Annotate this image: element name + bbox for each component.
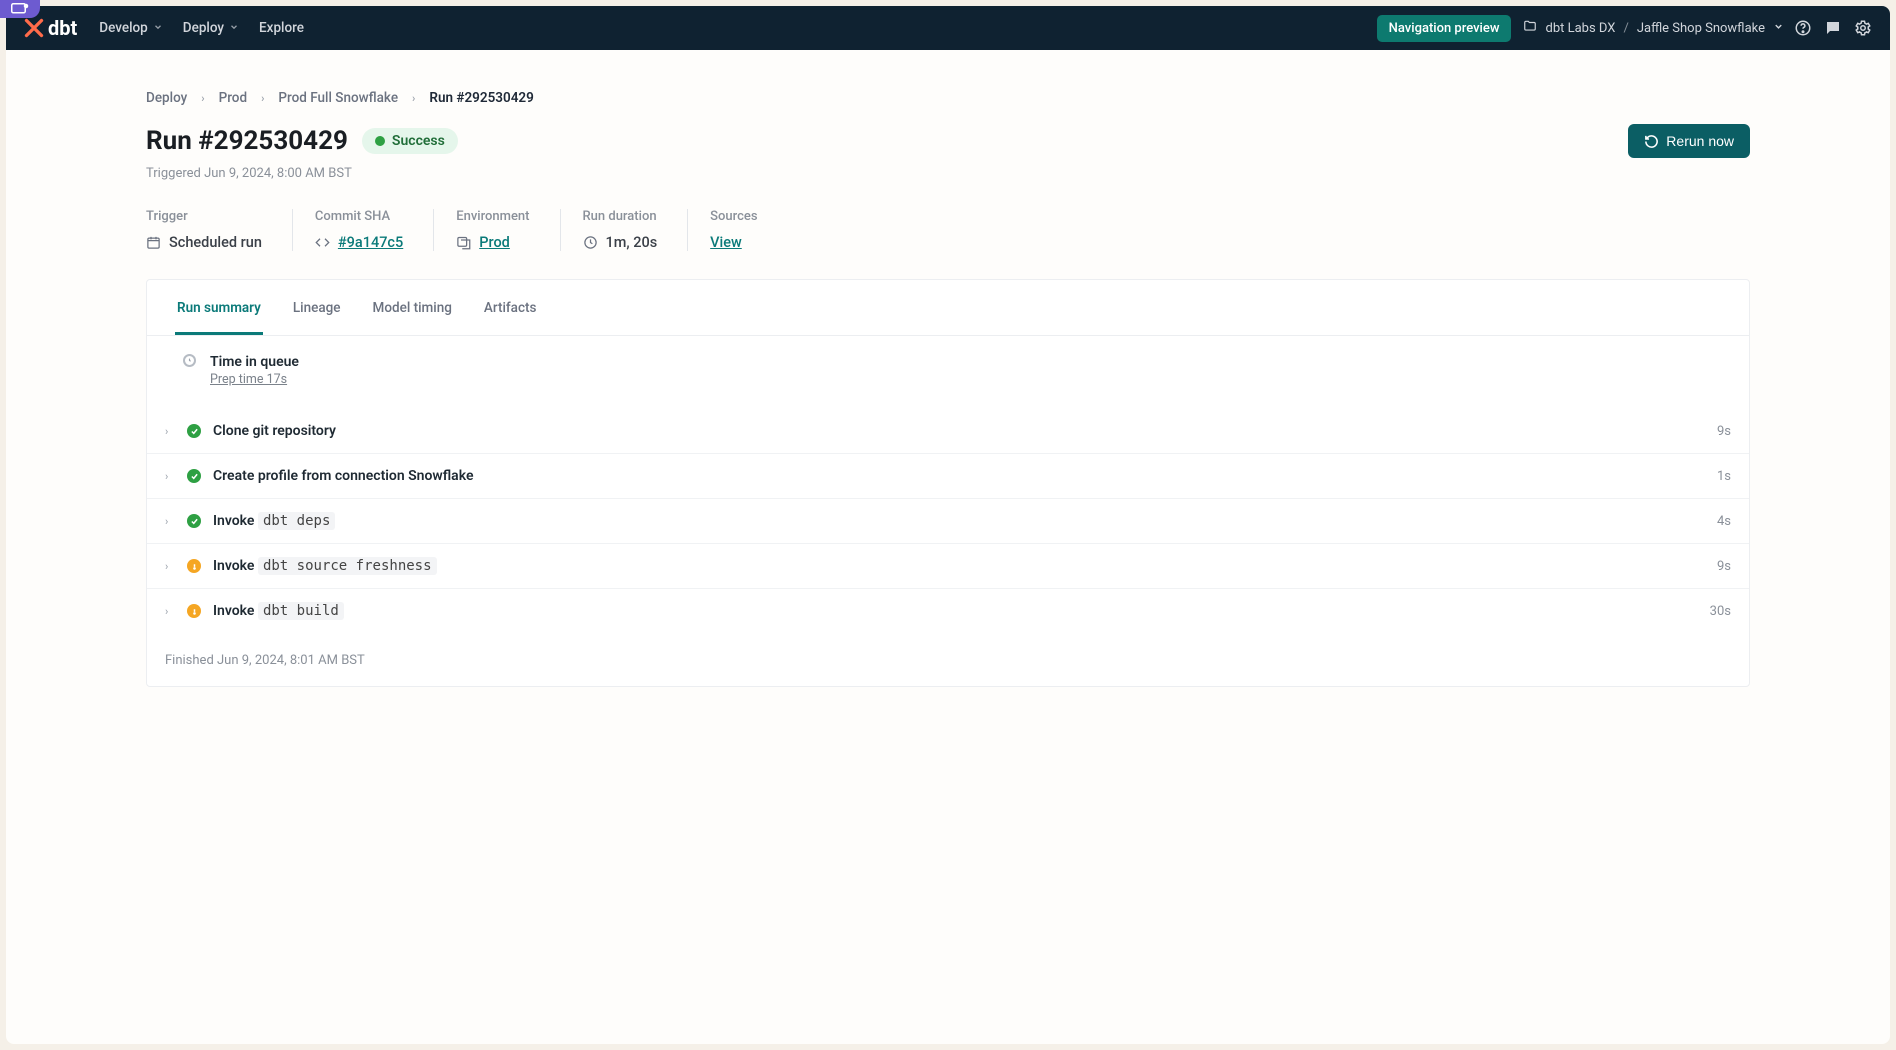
header-utility-icons	[1794, 19, 1872, 37]
nav-item-deploy[interactable]: Deploy	[183, 20, 239, 36]
nav-item-develop[interactable]: Develop	[99, 20, 163, 36]
chevron-right-icon[interactable]: ›	[165, 470, 175, 483]
chevron-down-icon	[153, 20, 163, 36]
environment-link[interactable]: Prod	[479, 234, 510, 251]
chevron-right-icon: ›	[261, 92, 264, 105]
run-step-row[interactable]: › Create profile from connection Snowflak…	[147, 454, 1749, 499]
page-title: Run #292530429	[146, 126, 348, 156]
status-dot-icon	[375, 136, 385, 146]
chevron-right-icon: ›	[412, 92, 415, 105]
chevron-down-icon	[1773, 21, 1784, 36]
step-status-icon	[187, 559, 201, 573]
status-badge: Success	[362, 128, 458, 154]
org-name: dbt Labs DX	[1545, 21, 1615, 36]
step-status-icon	[187, 469, 201, 483]
step-title: Create profile from connection Snowflake	[213, 468, 474, 484]
commit-link[interactable]: #9a147c5	[338, 234, 403, 251]
run-step-row[interactable]: › Invoke dbt build 30s	[147, 589, 1749, 633]
logo[interactable]: dbt	[24, 16, 77, 40]
queue-status-icon	[183, 354, 196, 367]
calendar-icon	[146, 235, 161, 250]
step-duration: 30s	[1710, 604, 1731, 619]
chevron-right-icon: ›	[201, 92, 204, 105]
layers-icon	[456, 235, 471, 250]
chevron-right-icon[interactable]: ›	[165, 605, 175, 618]
run-steps-list: › Clone git repository 9s › Create profile f…	[147, 403, 1749, 639]
meta-value-trigger: Scheduled run	[169, 234, 262, 251]
run-step-row[interactable]: › Clone git repository 9s	[147, 409, 1749, 454]
run-step-row[interactable]: › Invoke dbt source freshness 9s	[147, 544, 1749, 589]
triggered-subtitle: Triggered Jun 9, 2024, 8:00 AM BST	[146, 166, 1750, 181]
project-name: Jaffle Shop Snowflake	[1637, 21, 1765, 36]
run-step-row[interactable]: › Invoke dbt deps 4s	[147, 499, 1749, 544]
meta-value-duration: 1m, 20s	[606, 234, 658, 251]
nav-item-explore[interactable]: Explore	[259, 20, 304, 36]
tab-model-timing[interactable]: Model timing	[371, 280, 454, 335]
account-switcher[interactable]: dbt Labs DX / Jaffle Shop Snowflake	[1523, 19, 1784, 37]
run-metadata-row: Trigger Scheduled run Commit SHA #9a147c…	[146, 209, 1750, 251]
clock-icon	[583, 235, 598, 250]
breadcrumb-item[interactable]: Deploy	[146, 90, 187, 106]
breadcrumb: Deploy › Prod › Prod Full Snowflake › Run #292…	[146, 90, 1750, 106]
step-duration: 9s	[1717, 424, 1731, 439]
meta-label-commit: Commit SHA	[315, 209, 403, 224]
tab-run-summary[interactable]: Run summary	[175, 280, 263, 335]
meta-label-trigger: Trigger	[146, 209, 262, 224]
chevron-down-icon	[229, 20, 239, 36]
step-duration: 4s	[1717, 514, 1731, 529]
rerun-button[interactable]: Rerun now	[1628, 124, 1750, 158]
queue-subtitle[interactable]: Prep time 17s	[210, 372, 299, 387]
time-in-queue-block: Time in queue Prep time 17s	[147, 336, 1749, 403]
code-icon	[315, 235, 330, 250]
tab-lineage[interactable]: Lineage	[291, 280, 343, 335]
sources-link[interactable]: View	[710, 234, 742, 251]
step-status-icon	[187, 424, 201, 438]
run-summary-card: Run summaryLineageModel timingArtifacts …	[146, 279, 1750, 687]
meta-label-sources: Sources	[710, 209, 757, 224]
gear-icon[interactable]	[1854, 19, 1872, 37]
step-duration: 1s	[1717, 469, 1731, 484]
logo-text: dbt	[48, 16, 77, 40]
breadcrumb-item: Run #292530429	[429, 90, 534, 106]
session-badge	[0, 0, 40, 18]
navigation-preview-button[interactable]: Navigation preview	[1377, 15, 1512, 42]
step-command: dbt deps	[258, 512, 335, 530]
path-separator: /	[1623, 21, 1628, 36]
tab-artifacts[interactable]: Artifacts	[482, 280, 539, 335]
breadcrumb-item[interactable]: Prod	[219, 90, 247, 106]
meta-label-env: Environment	[456, 209, 529, 224]
folder-icon	[1523, 19, 1537, 37]
step-command: dbt source freshness	[258, 557, 437, 575]
step-status-icon	[187, 604, 201, 618]
run-tabs: Run summary Lineage Model timing Artifacts	[147, 280, 1749, 336]
step-status-icon	[187, 514, 201, 528]
chat-icon[interactable]	[1824, 19, 1842, 37]
help-icon[interactable]	[1794, 19, 1812, 37]
step-title: Clone git repository	[213, 423, 336, 439]
chevron-right-icon[interactable]: ›	[165, 560, 175, 573]
step-title: Invoke dbt source freshness	[213, 558, 437, 574]
logo-icon	[24, 18, 44, 38]
rerun-label: Rerun now	[1666, 133, 1734, 149]
step-title: Invoke dbt build	[213, 603, 344, 619]
queue-title: Time in queue	[210, 354, 299, 370]
finished-timestamp: Finished Jun 9, 2024, 8:01 AM BST	[147, 639, 1749, 686]
chevron-right-icon[interactable]: ›	[165, 425, 175, 438]
step-duration: 9s	[1717, 559, 1731, 574]
step-title: Invoke dbt deps	[213, 513, 335, 529]
main-nav: Develop Deploy Explore	[99, 20, 304, 36]
app-header: dbt Develop Deploy Explore Navigation prev…	[6, 6, 1890, 50]
step-command: dbt build	[258, 602, 344, 620]
breadcrumb-item[interactable]: Prod Full Snowflake	[278, 90, 398, 106]
meta-label-duration: Run duration	[583, 209, 658, 224]
status-text: Success	[392, 133, 445, 149]
chevron-right-icon[interactable]: ›	[165, 515, 175, 528]
